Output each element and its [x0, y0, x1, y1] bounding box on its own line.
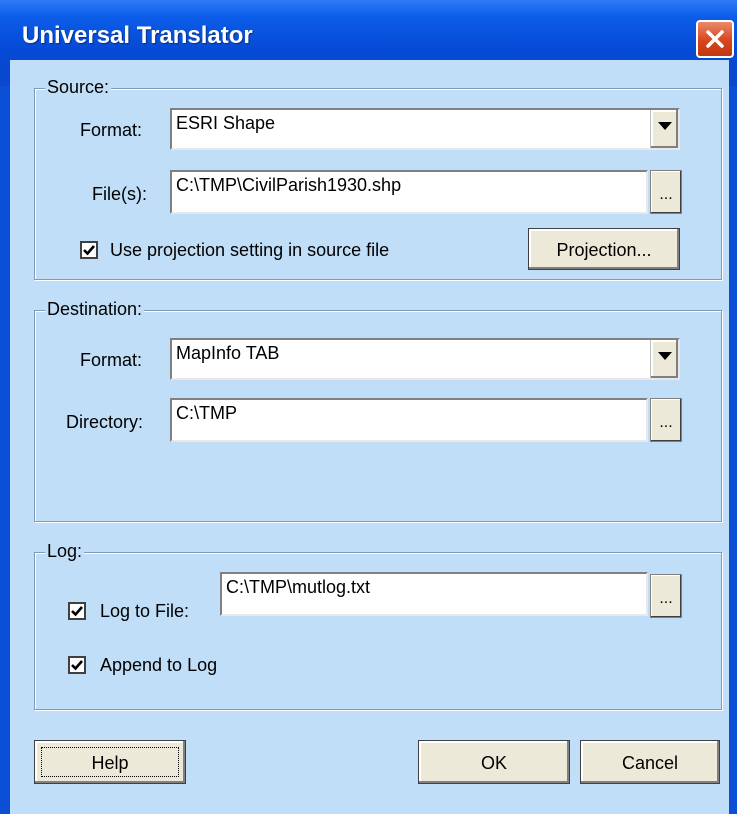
destination-legend: Destination:	[45, 299, 145, 320]
chevron-down-icon	[658, 352, 672, 360]
log-file-browse-button[interactable]: ...	[650, 574, 682, 618]
chevron-down-icon	[658, 122, 672, 130]
check-icon	[71, 660, 83, 671]
check-icon	[71, 606, 83, 617]
window-title: Universal Translator	[22, 22, 253, 49]
source-format-select[interactable]: ESRI Shape	[170, 108, 680, 150]
destination-directory-label: Directory:	[66, 412, 144, 432]
destination-format-dropdown-button[interactable]	[650, 340, 678, 378]
use-projection-checkbox[interactable]	[80, 241, 98, 259]
log-to-file-label: Log to File:	[100, 601, 190, 621]
use-projection-label: Use projection setting in source file	[110, 240, 390, 260]
log-file-input[interactable]: C:\TMP\mutlog.txt	[220, 572, 648, 616]
destination-format-value: MapInfo TAB	[176, 343, 280, 363]
help-button[interactable]: Help	[34, 740, 186, 784]
cancel-button[interactable]: Cancel	[580, 740, 720, 784]
append-to-log-label: Append to Log	[100, 655, 218, 675]
source-format-dropdown-button[interactable]	[650, 110, 678, 148]
destination-format-label: Format:	[80, 350, 143, 370]
log-file-value: C:\TMP\mutlog.txt	[226, 577, 371, 597]
destination-directory-value: C:\TMP	[176, 403, 237, 423]
destination-directory-input[interactable]: C:\TMP	[170, 398, 648, 442]
log-legend: Log:	[45, 541, 85, 562]
source-format-value: ESRI Shape	[176, 113, 276, 133]
focus-ring	[41, 747, 179, 777]
source-files-label: File(s):	[92, 184, 147, 204]
close-button[interactable]	[696, 20, 734, 58]
ok-button[interactable]: OK	[418, 740, 570, 784]
source-format-label: Format:	[80, 120, 143, 140]
projection-button[interactable]: Projection...	[528, 228, 680, 270]
check-icon	[83, 245, 95, 256]
append-to-log-checkbox[interactable]	[68, 656, 86, 674]
source-files-value: C:\TMP\CivilParish1930.shp	[176, 175, 402, 195]
source-legend: Source:	[45, 77, 112, 98]
dialog-client-area: Source: Format: ESRI Shape File(s): C:\T…	[10, 60, 729, 814]
destination-directory-browse-button[interactable]: ...	[650, 398, 682, 442]
source-files-input[interactable]: C:\TMP\CivilParish1930.shp	[170, 170, 648, 214]
dialog-window: Universal Translator Source: Format: ESR…	[0, 0, 737, 814]
log-to-file-checkbox[interactable]	[68, 602, 86, 620]
destination-format-select[interactable]: MapInfo TAB	[170, 338, 680, 380]
close-icon	[706, 30, 724, 48]
source-files-browse-button[interactable]: ...	[650, 170, 682, 214]
